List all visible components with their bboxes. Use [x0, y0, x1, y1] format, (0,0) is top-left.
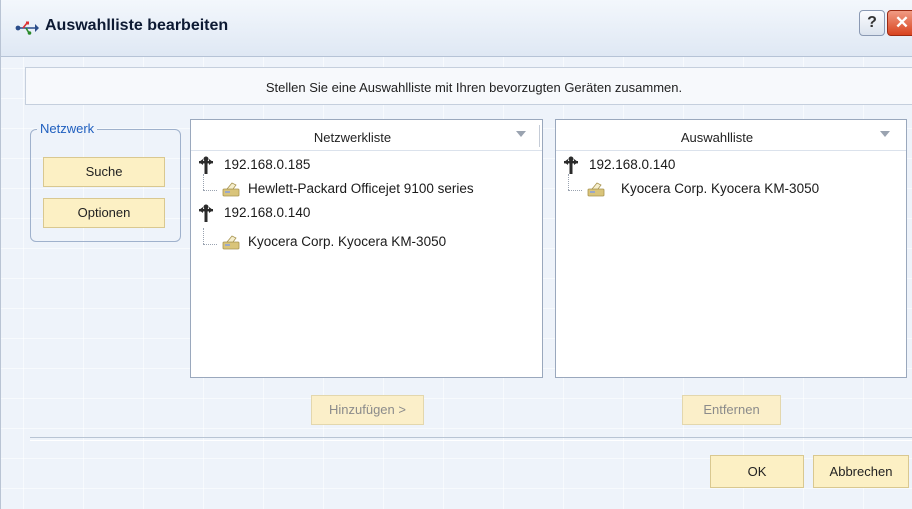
selection-list-header-label: Auswahlliste: [680, 130, 754, 145]
tree-connector: [203, 174, 205, 190]
close-icon: ✕: [894, 13, 910, 32]
network-group-label: Netzwerk: [37, 121, 98, 136]
header-divider: [539, 125, 540, 147]
printer-icon: [587, 182, 605, 197]
host-address: 192.168.0.140: [224, 205, 311, 220]
options-button[interactable]: Optionen: [43, 198, 165, 228]
footer-divider: [30, 437, 912, 441]
help-icon: ?: [867, 14, 877, 31]
network-list-header-label: Netzwerkliste: [313, 130, 392, 145]
sort-arrow-icon: [516, 131, 526, 137]
tree-connector: [203, 228, 205, 244]
network-list-header[interactable]: Netzwerkliste: [191, 120, 542, 151]
cancel-button[interactable]: Abbrechen: [813, 455, 909, 488]
close-button[interactable]: ✕: [887, 10, 912, 36]
printer-icon: [222, 235, 240, 250]
tree-connector: [203, 190, 217, 192]
tree-connector: [568, 174, 570, 190]
network-node-icon: [564, 156, 578, 174]
ok-button[interactable]: OK: [710, 455, 804, 488]
tree-connector: [568, 190, 582, 192]
printer-icon: [222, 182, 240, 197]
info-banner: Stellen Sie eine Auswahlliste mit Ihren …: [25, 67, 912, 105]
add-button[interactable]: Hinzufügen >: [311, 395, 424, 425]
selection-list-panel[interactable]: Auswahlliste 192.168.0.140 Kyocera Corp.…: [555, 119, 907, 378]
title-bar[interactable]: Auswahlliste bearbeiten ? ✕: [1, 0, 912, 57]
sort-arrow-icon: [880, 131, 890, 137]
usb-connection-icon: [15, 20, 39, 36]
network-list-panel[interactable]: Netzwerkliste 192.168.0.185 Hewlett-Pack…: [190, 119, 543, 378]
tree-connector: [203, 244, 217, 246]
host-address: 192.168.0.140: [589, 157, 676, 172]
device-name: Kyocera Corp. Kyocera KM-3050: [621, 181, 820, 196]
dialog-title: Auswahlliste bearbeiten: [45, 17, 229, 34]
remove-button[interactable]: Entfernen: [682, 395, 781, 425]
search-button[interactable]: Suche: [43, 157, 165, 187]
help-button[interactable]: ?: [859, 10, 885, 36]
dialog-window: Auswahlliste bearbeiten ? ✕ Stellen Sie …: [0, 0, 912, 509]
device-name: Hewlett-Packard Officejet 9100 series: [248, 181, 474, 196]
network-node-icon: [199, 204, 213, 222]
network-node-icon: [199, 156, 213, 174]
selection-list-header[interactable]: Auswahlliste: [556, 120, 906, 151]
info-text: Stellen Sie eine Auswahlliste mit Ihren …: [265, 80, 683, 95]
device-name: Kyocera Corp. Kyocera KM-3050: [248, 234, 447, 249]
host-address: 192.168.0.185: [224, 157, 311, 172]
